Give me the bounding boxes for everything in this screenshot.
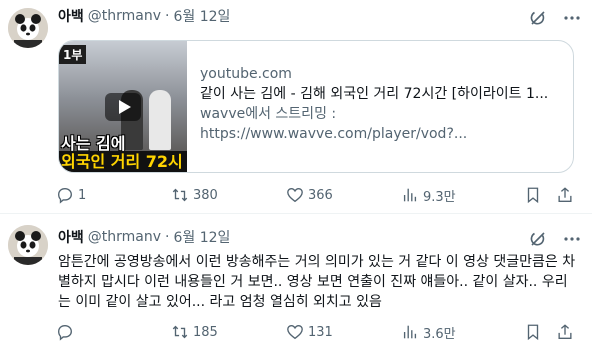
more-icon[interactable] — [562, 8, 582, 28]
author-name[interactable]: 아백 — [58, 227, 84, 247]
share-button[interactable] — [556, 185, 578, 205]
separator-dot: · — [165, 8, 170, 24]
author-handle[interactable]: @thrmanv — [88, 8, 161, 24]
bookmark-button[interactable] — [524, 185, 546, 205]
separator-dot: · — [165, 229, 170, 245]
like-count: 131 — [308, 324, 333, 340]
play-icon[interactable] — [105, 93, 141, 121]
thumbnail-person — [149, 90, 171, 150]
bookmark-icon — [527, 187, 539, 204]
retweet-button[interactable]: 380 — [171, 185, 218, 205]
tweet[interactable]: 아백 @thrmanv · 6월 12일 1부 사는 김에 외국인 거리 72시… — [0, 0, 592, 214]
avatar[interactable] — [8, 8, 48, 48]
retweet-icon — [172, 325, 188, 339]
avatar[interactable] — [8, 225, 48, 265]
tweet[interactable]: 아백 @thrmanv · 6월 12일 암튼간에 공영방송에서 이런 방송해주… — [0, 215, 592, 355]
views-button[interactable]: 3.6만 — [401, 322, 456, 342]
reply-count: 1 — [78, 187, 87, 203]
tweet-header: 아백 @thrmanv · 6월 12일 — [58, 227, 230, 247]
grok-icon[interactable] — [528, 8, 548, 28]
like-button[interactable]: 366 — [286, 185, 333, 205]
retweet-count: 380 — [193, 187, 218, 203]
card-title: 같이 사는 김에 - 김해 외국인 거리 72시간 [하이라이트 1... — [200, 86, 549, 102]
like-icon — [287, 325, 303, 340]
action-bar: 1 380 366 9.3만 — [56, 185, 576, 205]
bookmark-button[interactable] — [524, 322, 546, 342]
bookmark-icon — [527, 324, 539, 341]
views-button[interactable]: 9.3만 — [401, 185, 456, 205]
tweet-date[interactable]: 6월 12일 — [173, 227, 230, 247]
action-bar: 185 131 3.6만 — [56, 322, 576, 342]
views-count: 3.6만 — [423, 326, 456, 342]
card-description: https://www.wavve.com/player/vod?... — [200, 126, 468, 142]
tweet-date[interactable]: 6월 12일 — [173, 6, 230, 26]
views-icon — [403, 325, 417, 339]
like-count: 366 — [308, 187, 333, 203]
views-icon — [403, 188, 417, 202]
card-domain: youtube.com — [200, 66, 292, 82]
card-description: wavve에서 스트리밍 : — [200, 106, 337, 122]
retweet-button[interactable]: 185 — [171, 322, 218, 342]
views-count: 9.3만 — [423, 189, 456, 205]
tweet-text: 암튼간에 공영방송에서 이런 방송해주는 거의 의미가 있는 거 같다 이 영상… — [58, 254, 576, 310]
reply-icon — [58, 325, 72, 341]
more-icon[interactable] — [562, 229, 582, 249]
grok-icon[interactable] — [528, 229, 548, 249]
author-handle[interactable]: @thrmanv — [88, 229, 161, 245]
share-icon — [558, 187, 572, 202]
card-text[interactable]: youtube.com 같이 사는 김에 - 김해 외국인 거리 72시간 [하… — [200, 64, 568, 144]
reply-button[interactable] — [56, 322, 78, 342]
reply-icon — [58, 188, 72, 204]
like-button[interactable]: 131 — [286, 322, 333, 342]
thumbnail-caption: 외국인 거리 72시 — [59, 151, 187, 172]
retweet-icon — [172, 188, 188, 202]
video-thumbnail[interactable]: 1부 사는 김에 외국인 거리 72시 — [59, 41, 187, 172]
author-name[interactable]: 아백 — [58, 6, 84, 26]
thumbnail-tag: 1부 — [59, 45, 87, 64]
like-icon — [287, 188, 303, 203]
share-icon — [558, 324, 572, 339]
share-button[interactable] — [556, 322, 578, 342]
link-card[interactable]: 1부 사는 김에 외국인 거리 72시 youtube.com 같이 사는 김에… — [58, 40, 574, 173]
retweet-count: 185 — [193, 324, 218, 340]
tweet-header: 아백 @thrmanv · 6월 12일 — [58, 6, 230, 26]
reply-button[interactable]: 1 — [56, 185, 86, 205]
